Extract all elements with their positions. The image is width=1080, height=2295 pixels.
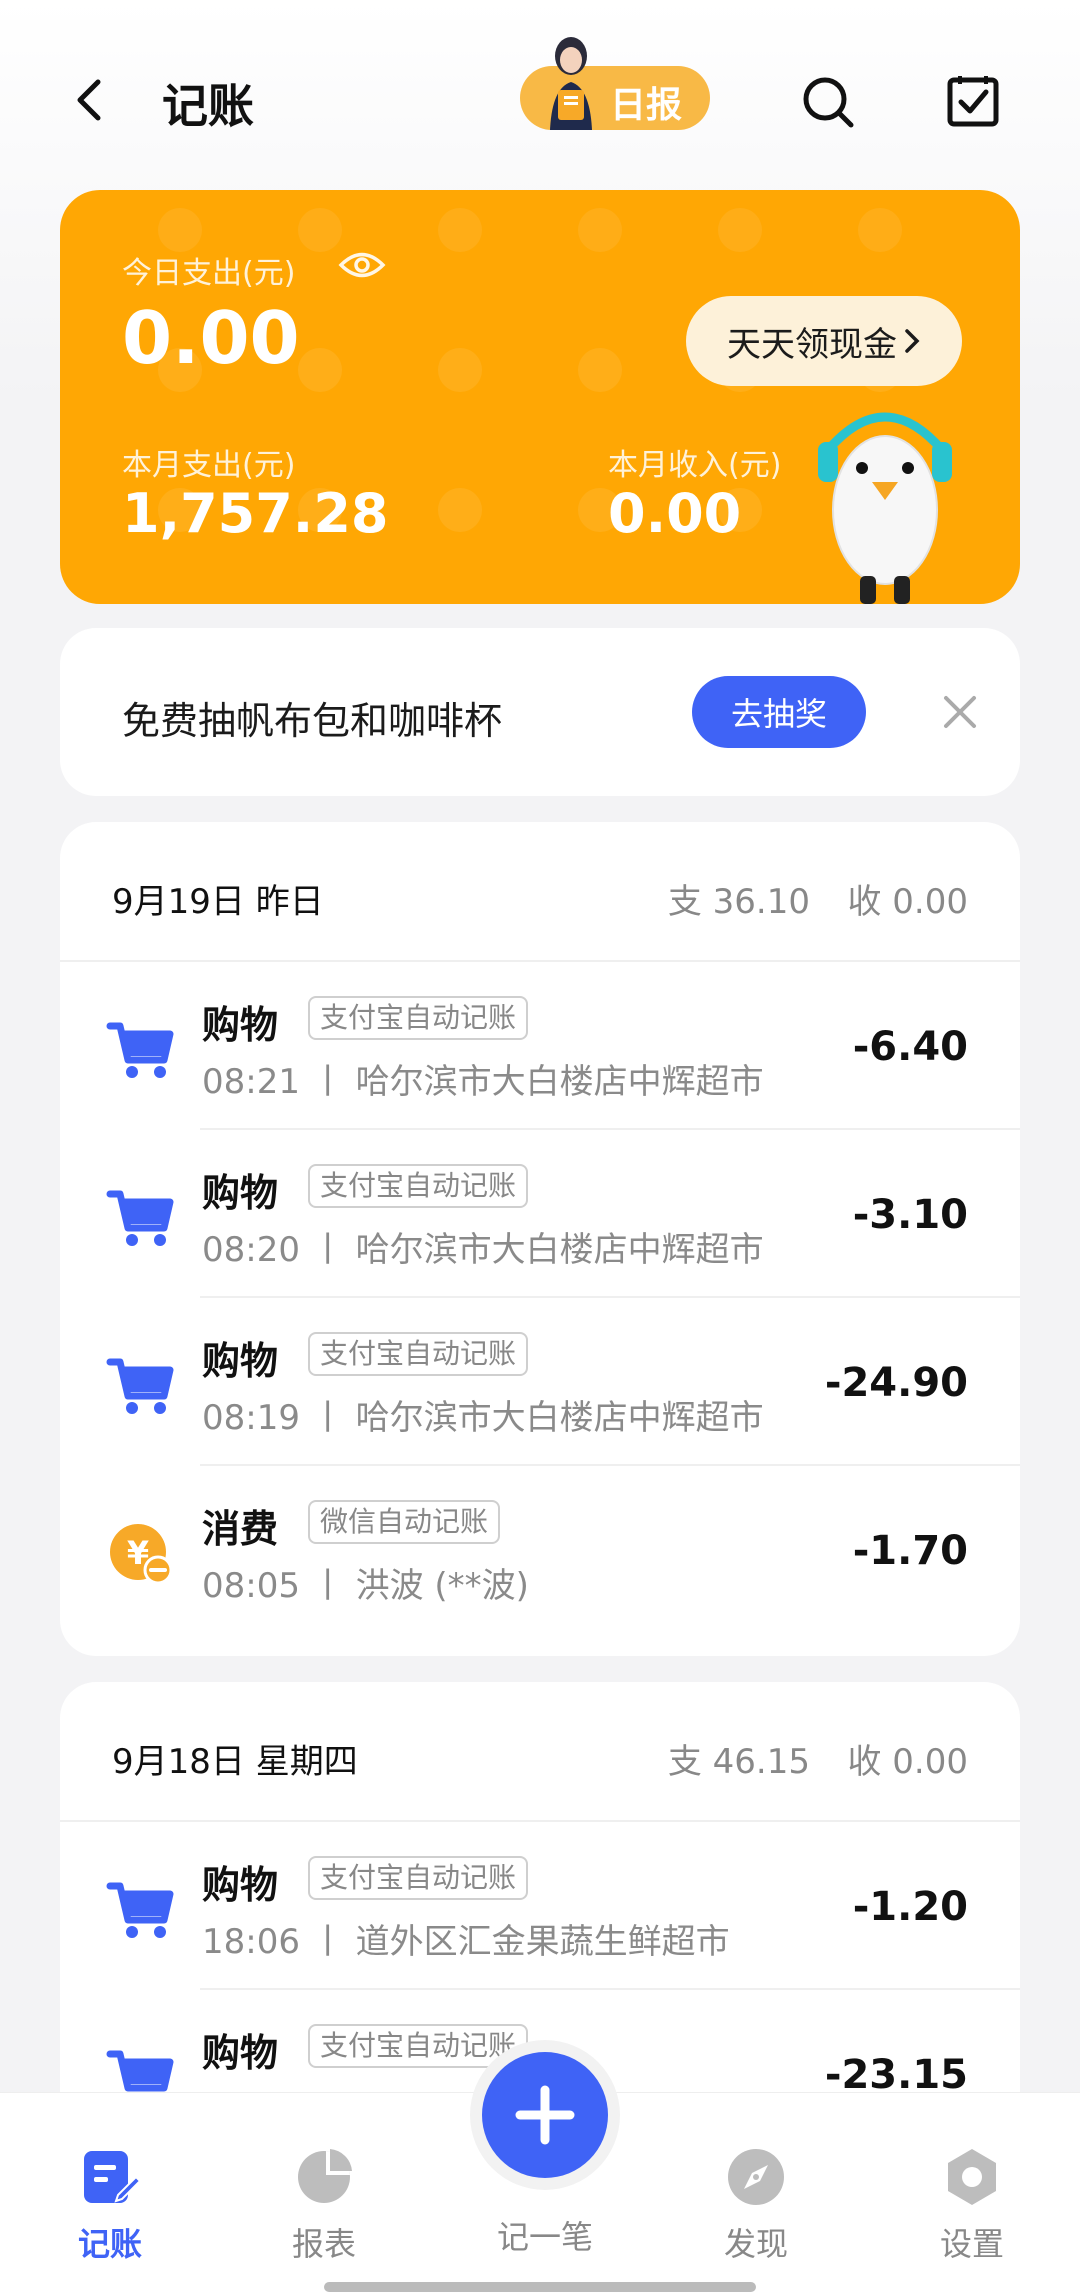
transaction-row[interactable]: 购物 支付宝自动记账 18:06 丨 道外区汇金果蔬生鲜超市 -1.20 (60, 1822, 1020, 1990)
transaction-detail: 18:06 丨 道外区汇金果蔬生鲜超市 (202, 1922, 730, 1962)
promo-banner: 免费抽帆布包和咖啡杯 去抽奖 (60, 628, 1020, 796)
transaction-amount: -1.70 (852, 1528, 968, 1574)
penguin-mascot-icon (818, 412, 952, 604)
daily-report-button[interactable]: 日报 (520, 37, 710, 130)
lottery-button[interactable]: 去抽奖 (692, 676, 866, 748)
source-tag: 支付宝自动记账 (308, 1164, 529, 1208)
transaction-amount: -6.40 (852, 1024, 968, 1070)
assistant-avatar-icon (550, 37, 592, 130)
month-income-label: 本月收入(元) (608, 448, 782, 483)
transaction-detail: 08:21 丨 哈尔滨市大白楼店中辉超市 (202, 1062, 764, 1102)
nav-label: 发现 (723, 2225, 788, 2263)
checklist-icon[interactable] (946, 74, 1000, 128)
settings-icon (948, 2149, 996, 2205)
transaction-amount: -3.10 (852, 1192, 968, 1238)
today-expense-value: 0.00 (122, 296, 300, 380)
day-expense-total: 支 36.10 (667, 882, 810, 922)
transaction-row[interactable]: ¥ 消费 微信自动记账 08:05 丨 洪波 (**波) -1.70 (60, 1466, 1020, 1634)
nav-label: 报表 (291, 2225, 356, 2263)
search-icon[interactable] (800, 74, 856, 130)
nav-item-settings[interactable]: 设置 (912, 2145, 1032, 2265)
today-expense-label: 今日支出(元) (122, 256, 296, 291)
expense-summary-card: 今日支出(元) 0.00 天天领现金 本月支出(元) 1,757.28 本月收入… (60, 190, 1020, 604)
transaction-category: 购物 (202, 1171, 279, 1215)
promo-text: 免费抽帆布包和咖啡杯 (122, 699, 503, 743)
transaction-detail: 08:19 丨 哈尔滨市大白楼店中辉超市 (202, 1398, 764, 1438)
transaction-row[interactable]: 购物 支付宝自动记账 08:19 丨 哈尔滨市大白楼店中辉超市 -24.90 (60, 1298, 1020, 1466)
nav-item-discover[interactable]: 发现 (696, 2145, 816, 2265)
eye-icon[interactable] (338, 248, 386, 282)
close-icon[interactable] (940, 692, 980, 732)
nav-item-ledger[interactable]: 记账 (50, 2145, 170, 2265)
daily-report-label: 日报 (610, 85, 683, 126)
cart-icon (106, 1882, 174, 1938)
transaction-row[interactable]: 购物 支付宝自动记账 08:21 丨 哈尔滨市大白楼店中辉超市 -6.40 (60, 962, 1020, 1130)
transaction-detail: 08:05 丨 洪波 (**波) (202, 1566, 529, 1606)
day-income-total: 收 0.00 (847, 882, 968, 922)
transaction-category: 购物 (202, 2031, 279, 2075)
transaction-detail: 08:20 丨 哈尔滨市大白楼店中辉超市 (202, 1230, 764, 1270)
back-arrow-icon[interactable] (70, 78, 110, 122)
day-income-total: 收 0.00 (847, 1742, 968, 1782)
transaction-row[interactable]: 购物 支付宝自动记账 08:20 丨 哈尔滨市大白楼店中辉超市 -3.10 (60, 1130, 1020, 1298)
nav-item-reports[interactable]: 报表 (264, 2145, 384, 2265)
day-date: 9月18日 星期四 (112, 1742, 358, 1782)
day-header: 9月19日 昨日 支 36.10 收 0.00 (60, 822, 1020, 962)
ledger-icon (84, 2151, 142, 2203)
header: 记账 日报 (0, 0, 1080, 200)
nav-label: 记账 (77, 2225, 142, 2263)
page-title: 记账 (162, 79, 254, 133)
nav-label: 设置 (939, 2225, 1004, 2263)
plus-icon (515, 2085, 575, 2145)
chevron-right-icon (905, 329, 920, 353)
daily-cash-label: 天天领现金 (727, 324, 897, 365)
source-tag: 支付宝自动记账 (308, 1332, 529, 1376)
cart-icon (106, 1022, 174, 1078)
transaction-category: 购物 (202, 1339, 279, 1383)
add-record-label: 记一笔 (496, 2218, 593, 2256)
yen-minus-icon: ¥ (110, 1524, 173, 1585)
transaction-amount: -1.20 (852, 1884, 968, 1930)
source-tag: 支付宝自动记账 (308, 996, 529, 1040)
home-indicator (324, 2282, 756, 2292)
day-card: 9月19日 昨日 支 36.10 收 0.00 购物 支付宝自动记账 08:21… (60, 822, 1020, 1656)
transaction-category: 消费 (202, 1507, 279, 1551)
daily-cash-button[interactable]: 天天领现金 (686, 296, 962, 386)
month-expense-value: 1,757.28 (122, 482, 389, 545)
day-expense-total: 支 46.15 (667, 1742, 810, 1782)
day-date: 9月19日 昨日 (112, 882, 324, 922)
source-tag: 微信自动记账 (308, 1500, 501, 1544)
add-record-button[interactable] (482, 2052, 608, 2178)
source-tag: 支付宝自动记账 (308, 1856, 529, 1900)
cart-icon (106, 1358, 174, 1414)
transaction-amount: -24.90 (824, 1360, 968, 1406)
month-income-value: 0.00 (608, 482, 742, 545)
cart-icon (106, 1190, 174, 1246)
day-header: 9月18日 星期四 支 46.15 收 0.00 (60, 1682, 1020, 1822)
month-expense-label: 本月支出(元) (122, 448, 296, 483)
compass-icon (728, 2149, 784, 2205)
transaction-category: 购物 (202, 1003, 279, 1047)
transaction-category: 购物 (202, 1863, 279, 1907)
pie-chart-icon (298, 2149, 352, 2203)
